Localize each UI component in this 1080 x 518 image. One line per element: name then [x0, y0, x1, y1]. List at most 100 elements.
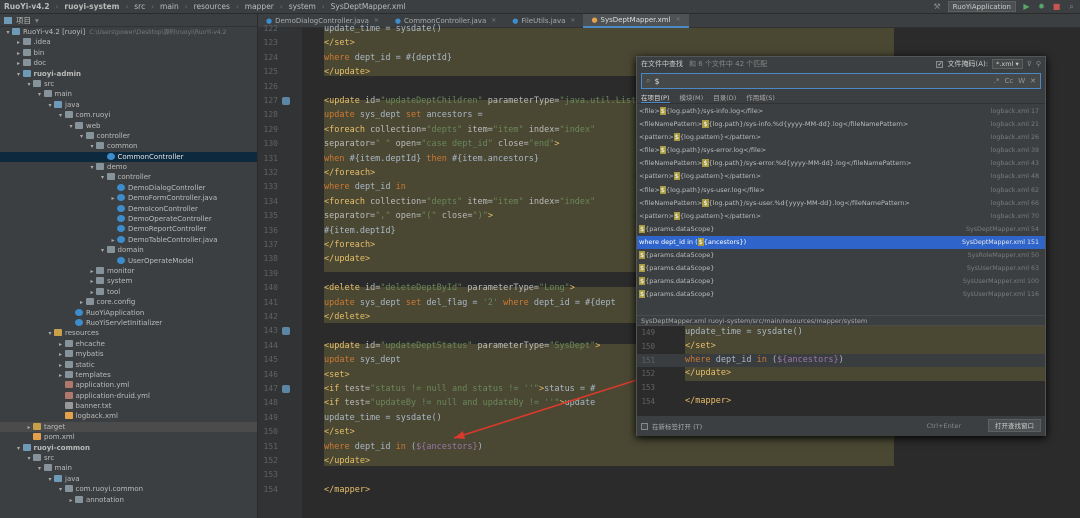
breadcrumb-item[interactable]: resources	[194, 2, 230, 11]
tree-item[interactable]: UserOperateModel	[0, 256, 257, 266]
scope-tab[interactable]: 作用域(S)	[746, 92, 775, 102]
result-row[interactable]: where dept_id in (${ancestors}) SysDeptMa…	[637, 235, 1045, 250]
scope-tab[interactable]: 在项目(P)	[641, 92, 670, 103]
results-list[interactable]: <file>${log.path}/sys-info.log</file> log…	[637, 105, 1045, 315]
tree-item[interactable]: ▸ mybatis	[0, 349, 257, 359]
tree-item[interactable]: ▸ target	[0, 421, 257, 433]
open-find-window-button[interactable]: 打开查找窗口	[988, 419, 1041, 432]
match-case-icon[interactable]: Cc	[1004, 77, 1013, 85]
tree-item[interactable]: DemoOperateController	[0, 214, 257, 224]
code-line[interactable]: 152 </update>	[258, 454, 1080, 468]
result-row[interactable]: ${params.dataScope} SysDeptMapper.xml 54	[637, 223, 1045, 236]
result-row[interactable]: <file>${log.path}/sys-user.log</file> log…	[637, 184, 1045, 197]
preview-line[interactable]: 150 </set>	[637, 340, 1045, 354]
preview-line[interactable]: 153	[637, 381, 1045, 395]
tree-item[interactable]: ▾ src	[0, 79, 257, 89]
words-icon[interactable]: W	[1018, 77, 1025, 85]
method-gutter-icon[interactable]	[282, 327, 290, 336]
tree-item[interactable]: ▸ DemoTableController.java	[0, 235, 257, 245]
code-line[interactable]: 151 where dept_id in (${ancestors})	[258, 440, 1080, 454]
run-configuration-select[interactable]: RuoYiApplication	[947, 1, 1016, 12]
result-row[interactable]: <fileNamePattern>${log.path}/sys-error.%…	[637, 157, 1045, 170]
file-mask-select[interactable]: *.xml ▾	[992, 59, 1023, 69]
tree-item[interactable]: ▸ core.config	[0, 297, 257, 307]
tree-item[interactable]: ▾ main	[0, 463, 257, 473]
search-everywhere-icon[interactable]: ⌕	[1067, 2, 1076, 11]
breadcrumb-item[interactable]: main	[160, 2, 179, 11]
expand-arrow-icon[interactable]: ▸	[67, 496, 75, 506]
tree-item[interactable]: logback.xml	[0, 411, 257, 421]
method-gutter-icon[interactable]	[282, 385, 290, 393]
result-row[interactable]: ${params.dataScope} SysUserMapper.xml 116	[637, 288, 1045, 301]
tree-item[interactable]: ▾ web	[0, 121, 257, 131]
code-line[interactable]: 123 </set>	[258, 36, 1080, 50]
tree-item[interactable]: application.yml	[0, 380, 257, 390]
code-line[interactable]: 122 update_time = sysdate()	[258, 22, 1080, 36]
result-row[interactable]: <fileNamePattern>${log.path}/sys-info.%d…	[637, 118, 1045, 131]
result-row[interactable]: <file>${log.path}/sys-info.log</file> log…	[637, 105, 1045, 118]
preview-line[interactable]: 152 </update>	[637, 367, 1045, 381]
tree-item[interactable]: ▾ RuoYi-v4.2 [ruoyi] C:\Users\power\Deskto…	[0, 27, 257, 37]
tree-item[interactable]: ▾ java	[0, 100, 257, 110]
breadcrumb-item[interactable]: ruoyi-system	[64, 2, 119, 11]
breadcrumb-item[interactable]: mapper	[245, 2, 274, 11]
result-row[interactable]: <fileNamePattern>${log.path}/sys-user.%d…	[637, 197, 1045, 210]
debug-icon[interactable]: ✹	[1037, 2, 1046, 11]
tree-item[interactable]: ▸ annotation	[0, 495, 257, 505]
breadcrumb-item[interactable]: SysDeptMapper.xml	[331, 2, 406, 11]
tree-item[interactable]: ▸ DemoFormController.java	[0, 193, 257, 203]
tree-item[interactable]: application-druid.yml	[0, 391, 257, 401]
result-row[interactable]: <pattern>${log.pattern}</pattern> logback…	[637, 131, 1045, 144]
project-header[interactable]: 项目 ▾	[0, 14, 257, 27]
project-tree[interactable]: ▾ RuoYi-v4.2 [ruoyi] C:\Users\power\Deskto…	[0, 27, 257, 505]
open-in-tab-checkbox[interactable]	[641, 422, 648, 430]
tree-item[interactable]: pom.xml	[0, 432, 257, 442]
tree-item[interactable]: RuoYiApplication	[0, 308, 257, 318]
tree-item[interactable]: ▾ demo	[0, 162, 257, 172]
result-row[interactable]: <pattern>${log.pattern}</pattern> logback…	[637, 170, 1045, 183]
result-row[interactable]: ${params.dataScope} SysUserMapper.xml 63	[637, 262, 1045, 275]
result-row[interactable]: <file>${log.path}/sys-error.log</file> lo…	[637, 144, 1045, 157]
build-hammer-icon[interactable]: ⚒	[933, 2, 942, 11]
tree-item[interactable]: ▾ main	[0, 89, 257, 99]
tree-item[interactable]: ▾ java	[0, 474, 257, 484]
chevron-down-icon[interactable]: ▾	[35, 16, 39, 25]
file-mask-checkbox[interactable]: ✓	[936, 60, 944, 68]
tree-item[interactable]: DemoReportController	[0, 224, 257, 234]
scope-tab[interactable]: 目录(D)	[713, 92, 736, 102]
tree-item[interactable]: ▾ controller	[0, 131, 257, 141]
result-row[interactable]: <pattern>${log.pattern}</pattern> logback…	[637, 210, 1045, 223]
tree-item[interactable]: ▾ ruoyi-common	[0, 443, 257, 453]
breadcrumb-item[interactable]: RuoYi-v4.2	[4, 2, 50, 11]
tree-item[interactable]: ▾ com.ruoyi	[0, 110, 257, 120]
run-icon[interactable]: ▶	[1022, 2, 1031, 11]
tree-item[interactable]: ▾ com.ruoyi.common	[0, 484, 257, 494]
tree-item[interactable]: ▾ controller	[0, 172, 257, 182]
tree-item[interactable]: ▸ templates	[0, 370, 257, 380]
tree-item[interactable]: ▸ bin	[0, 48, 257, 58]
tree-item[interactable]: ▾ domain	[0, 245, 257, 255]
breadcrumb-item[interactable]: system	[289, 2, 316, 11]
tree-item[interactable]: CommonController	[0, 151, 257, 163]
tree-item[interactable]: ▸ system	[0, 276, 257, 286]
tree-item[interactable]: DemoIconController	[0, 204, 257, 214]
code-line[interactable]: 153	[258, 468, 1080, 482]
scope-tab[interactable]: 模块(M)	[680, 92, 704, 102]
result-row[interactable]: ${params.dataScope} SysUserMapper.xml 100	[637, 275, 1045, 288]
tree-item[interactable]: RuoYiServletInitializer	[0, 318, 257, 328]
popup-title-bar[interactable]: 在文件中查找 和 6 个文件中 42 个匹配 ✓ 文件掩码(A): *.xml …	[637, 57, 1045, 71]
tree-item[interactable]: ▸ .idea	[0, 37, 257, 47]
result-row[interactable]: ${params.dataScope} SysRoleMapper.xml 50	[637, 249, 1045, 262]
preview-line[interactable]: 149 update_time = sysdate()	[637, 326, 1045, 340]
preview-pane[interactable]: 149 update_time = sysdate() 150 </set> 151…	[637, 326, 1045, 416]
search-input[interactable]	[654, 76, 955, 86]
tree-item[interactable]: ▾ resources	[0, 328, 257, 338]
search-field[interactable]: ⌕ .* Cc W ✕	[641, 73, 1041, 89]
tree-item[interactable]: ▸ doc	[0, 58, 257, 68]
tree-item[interactable]: ▸ ehcache	[0, 339, 257, 349]
pin-icon[interactable]: ⚲	[1036, 60, 1041, 68]
stop-icon[interactable]: ■	[1052, 2, 1061, 11]
method-gutter-icon[interactable]	[282, 97, 290, 105]
tree-item[interactable]: DemoDialogController	[0, 183, 257, 193]
tree-item[interactable]: ▾ ruoyi-admin	[0, 69, 257, 79]
